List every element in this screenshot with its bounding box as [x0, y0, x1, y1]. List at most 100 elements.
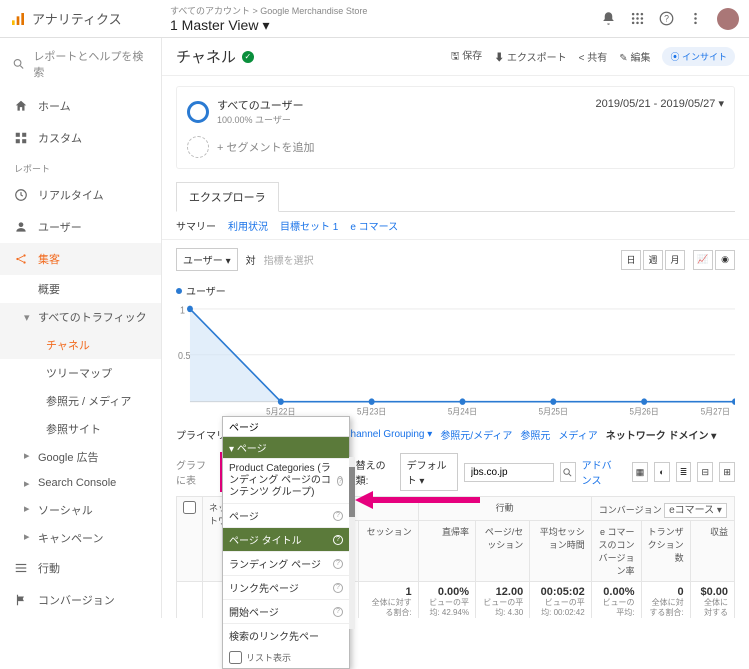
help-icon[interactable]: ?	[659, 11, 674, 26]
subtab-ecommerce[interactable]: e コマース	[350, 218, 398, 233]
chart-type-motion-icon[interactable]: ◉	[715, 250, 735, 270]
table-search-button[interactable]	[560, 462, 576, 482]
sidebar-item-behavior[interactable]: 行動	[0, 552, 161, 584]
sidebar-item-realtime[interactable]: リアルタイム	[0, 179, 161, 211]
flag-icon	[14, 593, 28, 607]
view-performance-icon[interactable]: ≣	[676, 462, 692, 482]
dropdown-scrollbar[interactable]	[349, 457, 355, 629]
sec-dim-item[interactable]: リンク先ページ?	[223, 575, 349, 599]
th-group-conversion: コンバージョン eコマース ▾	[591, 497, 734, 521]
subtab-usage[interactable]: 利用状況	[228, 218, 268, 233]
sidebar-sub-source-medium[interactable]: 参照元 / メディア	[0, 387, 161, 415]
granularity-day[interactable]: 日	[621, 250, 641, 270]
sidebar-item-home[interactable]: ホーム	[0, 90, 161, 122]
conversion-type-select[interactable]: eコマース ▾	[664, 503, 727, 518]
metric-selector[interactable]: ユーザー ▾	[176, 248, 238, 271]
segment-all-users[interactable]: すべてのユーザー100.00% ユーザー	[187, 97, 314, 126]
dim-network-domain[interactable]: ネットワーク ドメイン ▾	[606, 427, 717, 442]
list-icon	[14, 561, 28, 575]
view-table-icon[interactable]: ▦	[632, 462, 648, 482]
th-ecr[interactable]: e コマースのコンバージョン率	[591, 521, 641, 582]
sec-dim-group-header[interactable]: ▾ ページ	[223, 437, 349, 458]
report-title: チャネル✓	[176, 46, 451, 67]
tab-explorer[interactable]: エクスプローラ	[176, 182, 279, 212]
insights-button[interactable]: ⦿ インサイト	[662, 47, 735, 66]
th-pps[interactable]: ページ/セッション	[476, 521, 530, 582]
subtab-goals[interactable]: 目標セット 1	[280, 218, 338, 233]
th-duration[interactable]: 平均セッション時間	[530, 521, 592, 582]
compare-metric[interactable]: 指標を選択	[264, 252, 314, 267]
help-icon[interactable]: ?	[333, 535, 343, 545]
bell-icon[interactable]	[601, 11, 616, 26]
sidebar-sub-treemap[interactable]: ツリーマップ	[0, 359, 161, 387]
help-icon[interactable]: ?	[337, 476, 343, 486]
top-bar: アナリティクス すべてのアカウント > Google Merchandise S…	[0, 0, 749, 38]
subtab-summary[interactable]: サマリー	[176, 218, 216, 233]
sidebar-sub-campaigns[interactable]: ▸キャンペーン	[0, 524, 161, 552]
view-pivot-icon[interactable]: ⊞	[719, 462, 735, 482]
chart-type-line-icon[interactable]: 📈	[693, 250, 713, 270]
sec-dim-item[interactable]: 検索のリンク先ペー	[223, 623, 349, 647]
sidebar-item-users[interactable]: ユーザー	[0, 211, 161, 243]
caret-right-icon: ▸	[24, 530, 34, 546]
caret-right-icon: ▸	[24, 477, 34, 490]
help-icon[interactable]: ?	[333, 607, 343, 617]
list-view-checkbox[interactable]	[229, 651, 242, 664]
sidebar-search[interactable]: レポートとヘルプを検索	[0, 38, 161, 90]
sec-dim-item[interactable]: Product Categories (ランディング ページのコンテンツ グルー…	[223, 458, 349, 503]
sidebar-sub-search-console[interactable]: ▸Search Console	[0, 471, 161, 496]
svg-text:5月27日: 5月27日	[701, 406, 730, 416]
th-checkbox[interactable]	[177, 497, 203, 582]
sidebar-item-custom[interactable]: カスタム	[0, 122, 161, 154]
view-selector[interactable]: すべてのアカウント > Google Merchandise Store 1 M…	[160, 4, 601, 34]
grid-icon	[14, 131, 28, 145]
help-icon[interactable]: ?	[333, 583, 343, 593]
chevron-down-icon: ▾	[262, 17, 269, 34]
sec-dim-footer[interactable]: リスト表示	[223, 647, 349, 668]
sec-dim-search-input[interactable]	[223, 417, 349, 437]
sec-dim-item[interactable]: ランディング ページ?	[223, 551, 349, 575]
view-percent-icon[interactable]: ◐	[654, 462, 670, 482]
save-button[interactable]: 🖫 保存	[451, 47, 482, 66]
dim-medium[interactable]: メディア	[558, 427, 597, 442]
sec-dim-item[interactable]: 開始ページ?	[223, 599, 349, 623]
chart-area: ユーザー 1 0.5 5月22日 5月23日 5月24日 5月25日 5月26日…	[162, 279, 749, 421]
th-trans[interactable]: トランザクション数	[641, 521, 690, 582]
table-search-input[interactable]	[464, 463, 554, 482]
sidebar-sub-referrals[interactable]: 参照サイト	[0, 415, 161, 443]
sidebar-sub-google-ads[interactable]: ▸Google 広告	[0, 443, 161, 471]
granularity-week[interactable]: 週	[643, 250, 663, 270]
edit-button[interactable]: ✎ 編集	[619, 49, 650, 64]
granularity-month[interactable]: 月	[665, 250, 685, 270]
apps-icon[interactable]	[630, 11, 645, 26]
sec-dim-item-highlighted[interactable]: ページ タイトル?	[223, 527, 349, 551]
sec-dim-item[interactable]: ページ?	[223, 503, 349, 527]
dim-source-medium[interactable]: 参照元/メディア	[440, 427, 512, 442]
date-range-picker[interactable]: 2019/05/21 - 2019/05/27 ▾	[596, 97, 724, 110]
th-sessions[interactable]: セッション	[359, 521, 418, 582]
sidebar-item-acquisition[interactable]: 集客	[0, 243, 161, 275]
select-all-checkbox[interactable]	[183, 501, 196, 514]
svg-text:0.5: 0.5	[178, 350, 190, 361]
dim-source[interactable]: 参照元	[520, 427, 550, 442]
svg-text:5月26日: 5月26日	[630, 406, 659, 416]
share-button[interactable]: < 共有	[579, 49, 608, 64]
sidebar-sub-social[interactable]: ▸ソーシャル	[0, 496, 161, 524]
advanced-filter-link[interactable]: アドバンス	[582, 457, 620, 487]
view-comparison-icon[interactable]: ⊟	[697, 462, 713, 482]
sidebar-sub-all-traffic[interactable]: ▾すべてのトラフィック	[0, 303, 161, 331]
sort-type-select[interactable]: デフォルト ▾	[400, 453, 458, 491]
th-revenue[interactable]: 収益	[690, 521, 734, 582]
sidebar-sub-overview[interactable]: 概要	[0, 275, 161, 303]
segment-add[interactable]: + セグメントを追加	[187, 136, 314, 158]
help-icon[interactable]: ?	[333, 559, 343, 569]
home-icon	[14, 99, 28, 113]
sidebar-item-conversions[interactable]: コンバージョン	[0, 584, 161, 616]
sidebar-sub-channels[interactable]: チャネル	[0, 331, 161, 359]
avatar[interactable]	[717, 8, 739, 30]
th-bounce[interactable]: 直帰率	[418, 521, 475, 582]
segment-add-label: + セグメントを追加	[217, 139, 314, 155]
help-icon[interactable]: ?	[333, 511, 343, 521]
kebab-icon[interactable]	[688, 11, 703, 26]
export-button[interactable]: ⬇ エクスポート	[494, 49, 566, 64]
